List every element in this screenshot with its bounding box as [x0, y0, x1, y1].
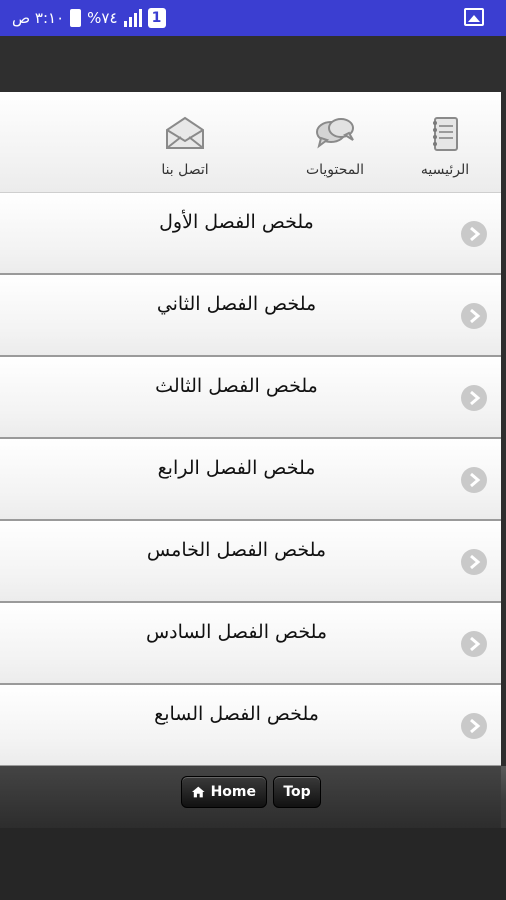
chevron-right-icon [461, 713, 487, 739]
battery-icon [70, 9, 82, 27]
top-button-label: Top [283, 784, 311, 800]
nav-label-contact: اتصل بنا [161, 162, 209, 178]
status-bar: ٣:١٠ ص %٧٤ 1 [0, 0, 506, 36]
list-item-label: ملخص الفصل الأول [159, 211, 314, 233]
dark-band [0, 36, 506, 92]
envelope-icon [166, 116, 204, 149]
nav-item-contact[interactable]: اتصل بنا [129, 92, 241, 192]
list-item[interactable]: ملخص الفصل الرابع [0, 439, 501, 521]
home-button-label: Home [210, 784, 256, 800]
chevron-right-icon [461, 631, 487, 657]
chevron-right-icon [461, 221, 487, 247]
footer-bar: Home Top [0, 766, 501, 828]
list-item-label: ملخص الفصل الثالث [155, 375, 318, 397]
image-icon [464, 8, 484, 26]
app-container: الرئيسيه المحتويات اتصل بنا ملخص الفصل ا… [0, 92, 501, 828]
sim-badge: 1 [147, 8, 166, 28]
status-time: ٣:١٠ ص [12, 9, 65, 27]
signal-icon [123, 9, 142, 27]
list-item-label: ملخص الفصل الثاني [156, 293, 317, 315]
list-item[interactable]: ملخص الفصل الثالث [0, 357, 501, 439]
home-icon [192, 786, 205, 798]
list-item-label: ملخص الفصل السابع [154, 703, 319, 725]
nav-label-home: الرئيسيه [420, 162, 470, 178]
list-item[interactable]: ملخص الفصل الأول [0, 193, 501, 275]
nav-item-home[interactable]: الرئيسيه [389, 92, 501, 192]
list-item[interactable]: ملخص الفصل الخامس [0, 521, 501, 603]
chat-bubbles-icon [316, 118, 354, 149]
chevron-right-icon [461, 303, 487, 329]
list-item[interactable]: ملخص الفصل الثاني [0, 275, 501, 357]
chapter-list: ملخص الفصل الأول ملخص الفصل الثاني ملخص … [0, 193, 501, 767]
chevron-right-icon [461, 549, 487, 575]
status-left-group: ٣:١٠ ص %٧٤ 1 [12, 7, 166, 29]
bottom-area [0, 828, 506, 900]
list-item[interactable]: ملخص الفصل السابع [0, 685, 501, 767]
home-button[interactable]: Home [181, 776, 267, 808]
battery-percent: %٧٤ [87, 9, 118, 27]
top-button[interactable]: Top [273, 776, 321, 808]
book-icon [433, 117, 458, 151]
chevron-right-icon [461, 467, 487, 493]
nav-label-contents: المحتويات [305, 162, 365, 178]
chevron-right-icon [461, 385, 487, 411]
list-item-label: ملخص الفصل الرابع [157, 457, 316, 479]
footer-buttons: Home Top [181, 776, 321, 808]
nav-item-contents[interactable]: المحتويات [281, 92, 389, 192]
top-navbar: الرئيسيه المحتويات اتصل بنا [0, 92, 501, 193]
list-item-label: ملخص الفصل السادس [145, 621, 328, 643]
list-item-label: ملخص الفصل الخامس [146, 539, 327, 561]
list-item[interactable]: ملخص الفصل السادس [0, 603, 501, 685]
